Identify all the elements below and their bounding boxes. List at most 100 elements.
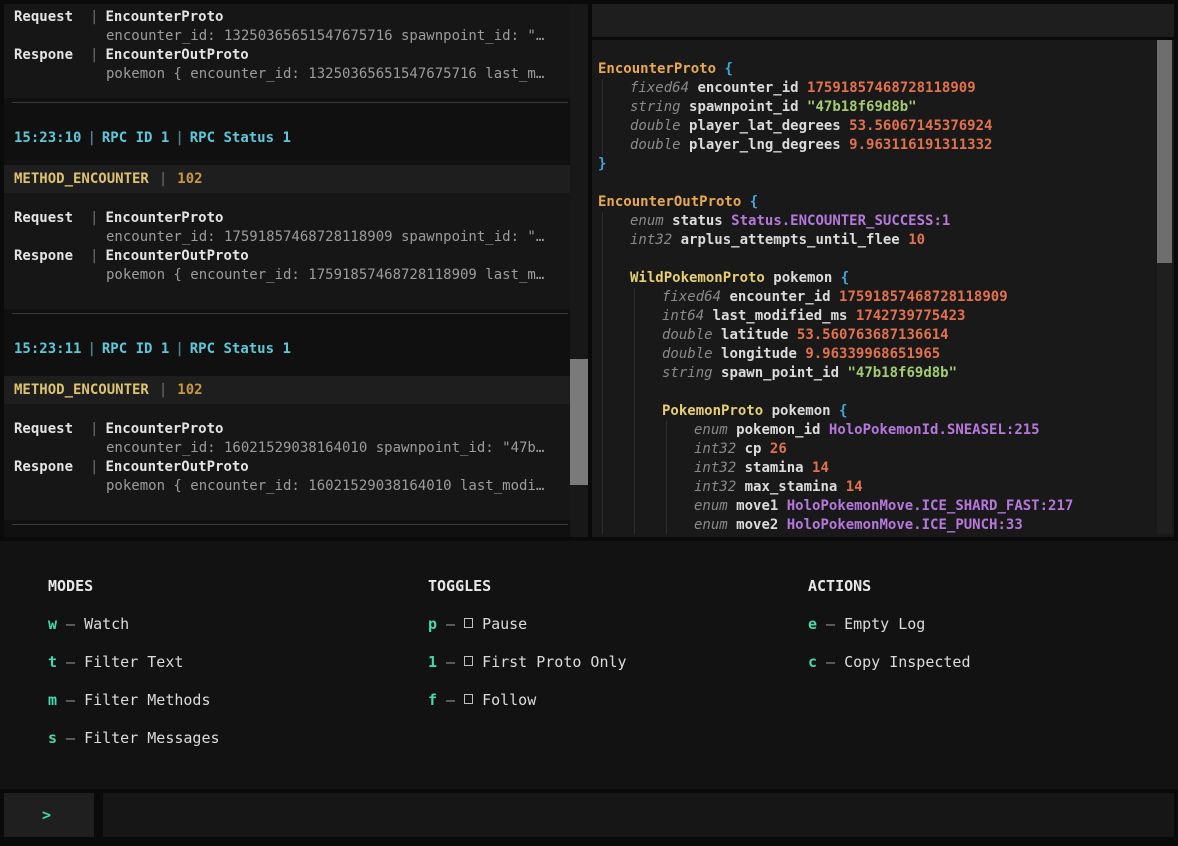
token-name: last_modified_ms	[713, 308, 848, 324]
token-name: pokemon	[773, 270, 832, 286]
hotkey-separator: –	[66, 691, 75, 709]
log-method-row[interactable]: METHOD_ENCOUNTER|102	[4, 376, 570, 404]
hotkey-separator: –	[446, 691, 455, 709]
code-line: double player_lng_degrees 9.963116191311…	[592, 136, 1174, 155]
token-name: encounter_id	[729, 289, 830, 305]
hotkey-label: Follow	[482, 691, 536, 709]
hotkey-item: m–Filter Methods	[48, 691, 211, 709]
log-response-row: Respone|EncounterOutProto	[14, 247, 570, 266]
hotkey-label: Empty Log	[844, 615, 925, 633]
checkbox-icon	[464, 618, 473, 628]
separator: |	[81, 341, 101, 357]
timestamp: 15:23:11	[14, 341, 81, 357]
indent-guide	[634, 288, 635, 534]
separator: |	[81, 130, 101, 146]
hotkey-item: c–Copy Inspected	[808, 653, 971, 671]
token-str: "47b18f69d8b"	[847, 365, 957, 381]
log-request-row: Request|EncounterProto	[14, 420, 570, 439]
token-type: enum	[694, 517, 728, 533]
token-brace: {	[841, 270, 849, 286]
code-line: PokemonProto pokemon {	[592, 402, 1174, 421]
hotkey-letter: c	[808, 653, 817, 671]
separator: |	[90, 47, 98, 63]
method-id: 102	[177, 170, 202, 189]
direction-label: Request	[14, 420, 90, 439]
hotkey-separator: –	[66, 653, 75, 671]
token-num: 17591857468728118909	[839, 289, 1008, 305]
direction-label: Respone	[14, 46, 90, 65]
log-entry-body[interactable]: Request|EncounterProtoencounter_id: 1759…	[4, 193, 570, 309]
log-entry-body[interactable]: Request|EncounterProtoencounter_id: 1602…	[4, 404, 570, 520]
method-id: 102	[177, 381, 202, 400]
token-str: "47b18f69d8b"	[807, 99, 917, 115]
token-type: enum	[694, 422, 728, 438]
code-line: int32 stamina 14	[592, 459, 1174, 478]
hotkey-separator: –	[66, 615, 75, 633]
log-scrollbar[interactable]	[570, 4, 588, 537]
token-brace: {	[750, 194, 758, 210]
hotkey-item: w–Watch	[48, 615, 129, 633]
log-method-row[interactable]: METHOD_ENCOUNTER|102	[4, 165, 570, 193]
timestamp: 15:23:10	[14, 130, 81, 146]
token-type: fixed64	[662, 289, 721, 305]
log-entry[interactable]: 15:23:11|RPC ID 1|RPC Status 1METHOD_ENC…	[4, 340, 570, 520]
rpc-status: RPC Status 1	[190, 341, 291, 357]
separator: |	[149, 170, 177, 189]
log-scrollbar-thumb[interactable]	[570, 359, 588, 485]
token-brace: {	[724, 61, 732, 77]
log-request-row: Request|EncounterProto	[14, 209, 570, 228]
entry-divider	[12, 102, 568, 103]
token-num: 53.56067145376924	[849, 118, 992, 134]
hotkey-separator: –	[446, 653, 455, 671]
log-entry[interactable]: 15:23:10|RPC ID 1|RPC Status 1 METHOD_ENC…	[4, 129, 570, 309]
hotkey-label: Pause	[482, 615, 527, 633]
indent-guide	[602, 212, 603, 534]
inspector-scrollbar[interactable]	[1157, 40, 1172, 534]
hotkey-letter: w	[48, 615, 57, 633]
log-entry-body[interactable]: Request|EncounterProtoencounter_id: 1325…	[4, 4, 570, 98]
proto-name: EncounterProto	[105, 9, 223, 25]
token-name: spawnpoint_id	[689, 99, 799, 115]
method-name: METHOD_ENCOUNTER	[14, 170, 149, 189]
code-line: int32 arplus_attempts_until_flee 10	[592, 231, 1174, 250]
hotkey-label: Watch	[84, 615, 129, 633]
code-line	[592, 383, 1174, 402]
token-num: 14	[846, 479, 863, 495]
hotkey-item: p–Pause	[428, 615, 527, 633]
direction-label: Request	[14, 8, 90, 27]
token-type: enum	[630, 213, 664, 229]
code-line: }	[592, 155, 1174, 174]
token-type: fixed64	[630, 80, 689, 96]
token-proto: EncounterOutProto	[598, 194, 741, 210]
log-entry-header: 15:23:10|RPC ID 1|RPC Status 1	[14, 129, 570, 148]
proto-code: EncounterProto {fixed64 encounter_id 175…	[592, 60, 1174, 534]
entry-divider	[12, 524, 568, 525]
code-line: enum status Status.ENCOUNTER_SUCCESS:1	[592, 212, 1174, 231]
log-entry[interactable]: Request|EncounterProtoencounter_id: 1325…	[4, 4, 570, 98]
code-line: double longitude 9.96339968651965	[592, 345, 1174, 364]
hotkey-label: First Proto Only	[482, 653, 627, 671]
token-name: longitude	[721, 346, 797, 362]
code-line: int32 max_stamina 14	[592, 478, 1174, 497]
code-line: WildPokemonProto pokemon {	[592, 269, 1174, 288]
inspector-scrollbar-thumb[interactable]	[1157, 40, 1172, 263]
proto-preview: pokemon { encounter_id: 1759185746872811…	[14, 266, 570, 285]
code-line	[592, 174, 1174, 193]
code-line: fixed64 encounter_id 1759185746872811890…	[592, 79, 1174, 98]
proto-preview: encounter_id: 16021529038164010 spawnpoi…	[14, 439, 570, 458]
proto-name: EncounterOutProto	[105, 459, 248, 475]
proto-preview: pokemon { encounter_id: 1325036565154767…	[14, 65, 570, 84]
token-enum: HoloPokemonId.SNEASEL:215	[829, 422, 1040, 438]
entry-divider	[12, 313, 568, 314]
token-num: 9.96339968651965	[805, 346, 940, 362]
token-type: double	[662, 346, 713, 362]
direction-label: Respone	[14, 247, 90, 266]
hotkey-item: f–Follow	[428, 691, 536, 709]
separator: |	[90, 210, 98, 226]
help-section-title: ACTIONS	[808, 577, 871, 595]
indent-guide	[666, 421, 667, 534]
token-type: int32	[694, 441, 736, 457]
hotkey-separator: –	[446, 615, 455, 633]
token-num: 9.963116191311332	[849, 137, 992, 153]
command-input[interactable]	[103, 793, 1174, 837]
